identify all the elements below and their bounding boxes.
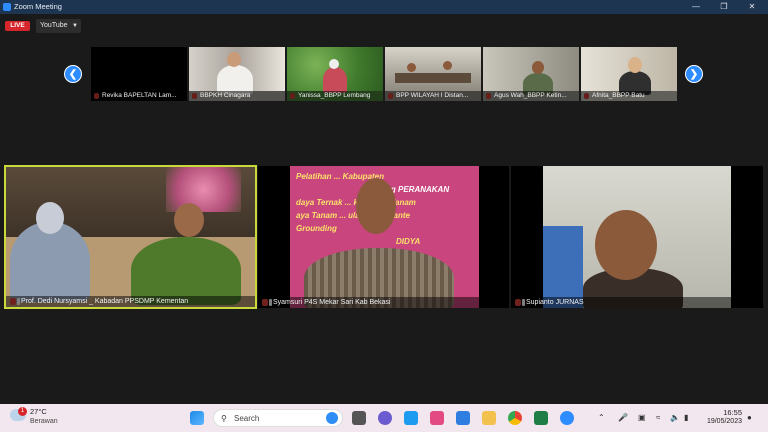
search-icon: ⚲ (221, 414, 227, 423)
weather-temp[interactable]: 27°C (30, 407, 47, 416)
live-badge[interactable]: LIVE (5, 21, 30, 31)
gallery-prev-button[interactable]: ❮ (64, 65, 82, 83)
stream-target-dropdown[interactable]: YouTube ▼ (36, 19, 81, 33)
file-explorer-icon[interactable] (482, 411, 496, 425)
task-view-icon[interactable] (352, 411, 366, 425)
participant-head (227, 52, 241, 67)
participant-name: Syamsuri P4S Mekar Sari Kab Bekasi (258, 297, 509, 308)
flower-arrangement (166, 167, 241, 212)
notification-icon[interactable]: ● (747, 413, 752, 422)
participant-head (36, 202, 64, 234)
participant-tile[interactable]: Supianto JURNAS (511, 166, 763, 308)
todo-icon[interactable] (456, 411, 470, 425)
chrome-icon[interactable] (508, 411, 522, 425)
snipping-tool-icon[interactable] (430, 411, 444, 425)
weather-badge: 1 (18, 407, 27, 416)
participant-head (595, 210, 657, 280)
gallery-next-button[interactable]: ❯ (685, 65, 703, 83)
chevron-up-icon[interactable]: ⌃ (598, 413, 605, 422)
wifi-icon[interactable]: ≈ (656, 413, 660, 422)
clock-time[interactable]: 16:55 (704, 408, 742, 417)
stream-target-label: YouTube (40, 22, 68, 29)
participant-name: BBPKH Cinagara (189, 91, 285, 101)
display-icon[interactable]: ▣ (638, 413, 646, 422)
taskbar: 1 27°C Berawan ⚲ Search ⌃ 🎤 ▣ ≈ 🔈 ▮ 16:5… (0, 404, 768, 432)
participant-name: Prof. Dedi Nursyamsi _ Kabadan PPSDMP Ke… (6, 296, 255, 307)
participant-figure (323, 67, 347, 93)
participant-name: Supianto JURNAS (511, 297, 763, 308)
participant-thumbnail[interactable]: Agus Wah_BBPP Ketin... (483, 47, 579, 101)
participant-thumbnail[interactable]: Yanissa_BBPP Lembang (287, 47, 383, 101)
participant-head (356, 178, 396, 234)
zoom-app-icon[interactable] (560, 411, 574, 425)
participant-name: Yanissa_BBPP Lembang (287, 91, 383, 101)
volume-icon[interactable]: 🔈 (670, 413, 680, 422)
clock-date[interactable]: 19/05/2023 (700, 418, 742, 425)
participant-head (628, 57, 642, 73)
title-bar: Zoom Meeting — ❐ ✕ (0, 0, 768, 14)
participant-name: Agus Wah_BBPP Ketin... (483, 91, 579, 101)
participant-thumbnail[interactable]: Revika BAPELTAN Lam... (91, 47, 187, 101)
video-feed (385, 47, 481, 91)
participant-head (532, 61, 544, 74)
zoom-logo-icon (3, 3, 11, 11)
twitter-icon[interactable] (404, 411, 418, 425)
minimize-icon[interactable]: — (690, 1, 702, 13)
chat-icon[interactable] (378, 411, 392, 425)
meeting-table (395, 73, 471, 83)
participant-head (174, 203, 204, 237)
microphone-icon[interactable]: 🎤 (618, 413, 628, 422)
participant-figure (131, 237, 241, 305)
search-placeholder: Search (234, 414, 260, 423)
excel-icon[interactable] (534, 411, 548, 425)
participant-name: Afnita_BBPP Batu (581, 91, 677, 101)
bing-icon (326, 412, 338, 424)
participant-head (443, 61, 452, 70)
blue-cloth (543, 226, 583, 308)
restore-icon[interactable]: ❐ (718, 1, 730, 13)
participant-thumbnail[interactable]: Afnita_BBPP Batu (581, 47, 677, 101)
participant-name: BPP WILAYAH I Distan... (385, 91, 481, 101)
active-speaker-tile[interactable]: Prof. Dedi Nursyamsi _ Kabadan PPSDMP Ke… (4, 165, 257, 309)
weather-desc: Berawan (30, 418, 58, 425)
participant-head (329, 59, 339, 69)
participant-thumbnail[interactable]: BBPKH Cinagara (189, 47, 285, 101)
search-box[interactable]: ⚲ Search (213, 409, 343, 427)
participant-figure (10, 222, 90, 302)
participant-head (407, 63, 416, 72)
participant-tile[interactable]: Pelatihan ... Kabupaten ng PERANAKAN day… (258, 166, 509, 308)
video-feed: Pelatihan ... Kabupaten ng PERANAKAN day… (290, 166, 479, 308)
banner-line: DIDYA (396, 237, 421, 246)
participant-name: Revika BAPELTAN Lam... (91, 91, 187, 101)
close-icon[interactable]: ✕ (746, 1, 758, 13)
participant-thumbnail[interactable]: BPP WILAYAH I Distan... (385, 47, 481, 101)
windows-start-icon[interactable] (190, 411, 204, 425)
video-feed (543, 166, 731, 308)
window-title: Zoom Meeting (14, 2, 62, 11)
battery-icon[interactable]: ▮ (684, 413, 688, 422)
chevron-down-icon: ▼ (72, 23, 78, 29)
